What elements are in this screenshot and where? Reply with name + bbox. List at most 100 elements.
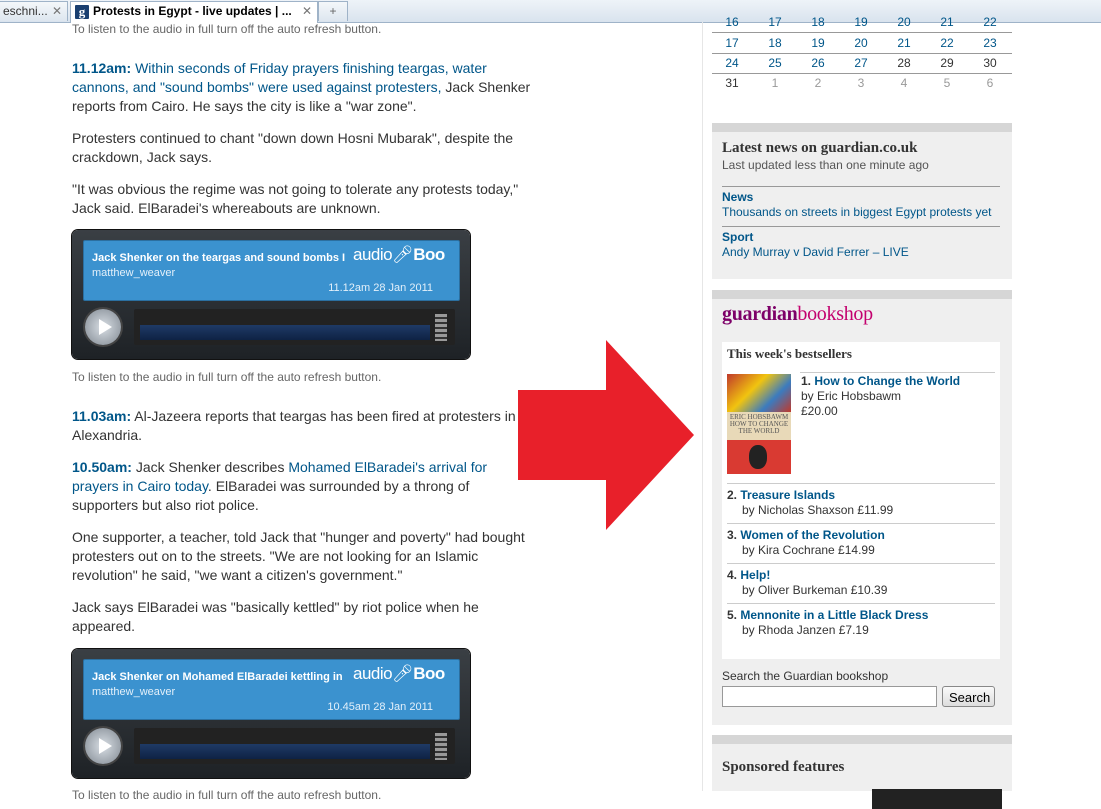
book-title-link[interactable]: Help! <box>740 568 770 582</box>
paragraph: Jack says ElBaradei was "basically kettl… <box>72 599 479 634</box>
paragraph: "It was obvious the regime was not going… <box>72 181 519 216</box>
timestamp: 11.12am: <box>72 60 132 76</box>
calendar-day[interactable]: 23 <box>970 36 1010 50</box>
sponsored-features-title: Sponsored features <box>722 759 845 775</box>
red-arrow-icon <box>518 340 694 530</box>
calendar-day[interactable]: 27 <box>841 56 881 70</box>
entry-1050: 10.50am: Jack Shenker describes Mohamed … <box>72 458 532 515</box>
entry-text: Jack Shenker describes <box>131 459 289 475</box>
close-icon[interactable]: ✕ <box>302 2 312 21</box>
calendar-day: 2 <box>814 76 822 90</box>
new-tab-button[interactable]: + <box>318 1 348 21</box>
latest-news-box: Latest news on guardian.co.uk Last updat… <box>712 123 1012 279</box>
book-title-link[interactable]: How to Change the World <box>814 374 960 388</box>
calendar-week: 16 17 18 19 20 21 22 <box>712 12 1012 33</box>
timestamp: 11.03am: <box>72 408 132 424</box>
calendar-day[interactable]: 21 <box>884 36 924 50</box>
calendar-day: 29 <box>940 56 954 70</box>
audio-user[interactable]: matthew_weaver <box>92 264 175 283</box>
audioboo-player: Jack Shenker on Mohamed ElBaradei kettli… <box>72 649 470 778</box>
news-headline-link[interactable]: Andy Murray v David Ferrer – LIVE <box>722 245 1000 260</box>
bookshop-search-button[interactable]: Search <box>942 686 995 707</box>
calendar-day[interactable]: 17 <box>755 15 795 29</box>
paragraph: One supporter, a teacher, told Jack that… <box>72 529 525 583</box>
bestseller-item: 1. How to Change the World by Eric Hobsb… <box>801 374 961 418</box>
calendar-day: 30 <box>983 56 997 70</box>
news-item: News Thousands on streets in biggest Egy… <box>722 186 1000 220</box>
book-author: by Rhoda Janzen £7.19 <box>742 623 869 637</box>
bookshop-search-label: Search the Guardian bookshop <box>722 669 889 683</box>
volume-icon[interactable] <box>435 733 447 760</box>
book-author: by Eric Hobsbawm <box>801 389 902 403</box>
book-author: by Oliver Burkeman £10.39 <box>742 583 888 597</box>
calendar-day[interactable]: 18 <box>755 36 795 50</box>
audioboo-player: Jack Shenker on the teargas and sound bo… <box>72 230 470 359</box>
calendar-week: 17 18 19 20 21 22 23 <box>712 33 1012 54</box>
tab-protests-in-egypt[interactable]: g Protests in Egypt - live updates | ... … <box>70 1 318 23</box>
volume-icon[interactable] <box>435 314 447 341</box>
audio-user[interactable]: matthew_weaver <box>92 683 175 702</box>
news-section-link[interactable]: News <box>722 190 1000 205</box>
refresh-note: To listen to the audio in full turn off … <box>72 22 382 36</box>
calendar-day[interactable]: 17 <box>712 36 752 50</box>
calendar-day[interactable]: 18 <box>798 15 838 29</box>
tab-label: eschni... <box>3 4 48 18</box>
paragraph: Protesters continued to chant "down down… <box>72 130 514 165</box>
progress-fill <box>140 744 430 759</box>
calendar-day: 3 <box>857 76 865 90</box>
news-section-link[interactable]: Sport <box>722 230 1000 245</box>
calendar-day[interactable]: 22 <box>927 36 967 50</box>
play-icon[interactable] <box>85 728 121 764</box>
book-title-link[interactable]: Women of the Revolution <box>740 528 884 542</box>
bestseller-item: 4. Help! by Oliver Burkeman £10.39 <box>727 568 888 597</box>
guardian-bookshop-box: guardianbookshop This week's bestsellers… <box>712 290 1012 725</box>
audio-progress-bar[interactable] <box>134 309 455 345</box>
bestsellers-heading: This week's bestsellers <box>727 346 852 361</box>
audioboo-logo: audio🎤︎Boo <box>353 245 445 264</box>
calendar-day[interactable]: 19 <box>841 15 881 29</box>
calendar-day[interactable]: 16 <box>712 15 752 29</box>
entry-1112: 11.12am: Within seconds of Friday prayer… <box>72 59 532 116</box>
calendar-day[interactable]: 22 <box>970 15 1010 29</box>
calendar-day[interactable]: 19 <box>798 36 838 50</box>
timestamp: 10.50am: <box>72 459 132 475</box>
tab-label: Protests in Egypt - live updates | ... <box>93 4 292 18</box>
news-item: Sport Andy Murray v David Ferrer – LIVE <box>722 226 1000 260</box>
book-cover-image[interactable]: ERIC HOBSBAWM HOW TO CHANGE THE WORLD <box>727 374 791 474</box>
calendar-day[interactable]: 20 <box>841 36 881 50</box>
calendar-day[interactable]: 25 <box>755 56 795 70</box>
book-price: £20.00 <box>801 404 838 418</box>
audio-date: 10.45am 28 Jan 2011 <box>327 701 433 713</box>
bestsellers-panel: This week's bestsellers ERIC HOBSBAWM HO… <box>722 342 1000 659</box>
calendar-day: 6 <box>986 76 994 90</box>
close-icon[interactable]: ✕ <box>52 2 62 21</box>
play-icon[interactable] <box>85 309 121 345</box>
book-author: by Nicholas Shaxson £11.99 <box>742 503 894 517</box>
calendar-day[interactable]: 26 <box>798 56 838 70</box>
audio-date: 11.12am 28 Jan 2011 <box>328 282 433 294</box>
refresh-note: To listen to the audio in full turn off … <box>72 788 382 802</box>
calendar-day[interactable]: 21 <box>927 15 967 29</box>
bestseller-item: 3. Women of the Revolution by Kira Cochr… <box>727 528 885 557</box>
progress-fill <box>140 325 430 340</box>
player-screen: Jack Shenker on the teargas and sound bo… <box>83 240 460 301</box>
guardian-favicon-icon: g <box>75 4 89 19</box>
calendar-day[interactable]: 20 <box>884 15 924 29</box>
calendar-day: 28 <box>897 56 911 70</box>
calendar-week: 31 1 2 3 4 5 6 <box>712 73 1012 93</box>
bookshop-logo[interactable]: guardianbookshop <box>722 303 873 326</box>
book-author: by Kira Cochrane £14.99 <box>742 543 875 557</box>
bookshop-search-input[interactable] <box>722 686 937 707</box>
tab-previous[interactable]: eschni... ✕ <box>0 1 68 21</box>
sponsored-image[interactable] <box>872 789 1002 809</box>
cover-text: ERIC HOBSBAWM HOW TO CHANGE THE WORLD <box>729 413 789 435</box>
teargas-link[interactable]: Within seconds of Friday prayers finishi… <box>72 60 487 95</box>
latest-news-title: Latest news on guardian.co.uk <box>722 140 918 156</box>
calendar-day[interactable]: 24 <box>712 56 752 70</box>
news-headline-link[interactable]: Thousands on streets in biggest Egypt pr… <box>722 205 1000 220</box>
book-title-link[interactable]: Treasure Islands <box>740 488 835 502</box>
audio-progress-bar[interactable] <box>134 728 455 764</box>
book-title-link[interactable]: Mennonite in a Little Black Dress <box>740 608 928 622</box>
bestseller-item: 5. Mennonite in a Little Black Dress by … <box>727 608 929 637</box>
entry-1103: 11.03am: Al-Jazeera reports that teargas… <box>72 407 532 445</box>
